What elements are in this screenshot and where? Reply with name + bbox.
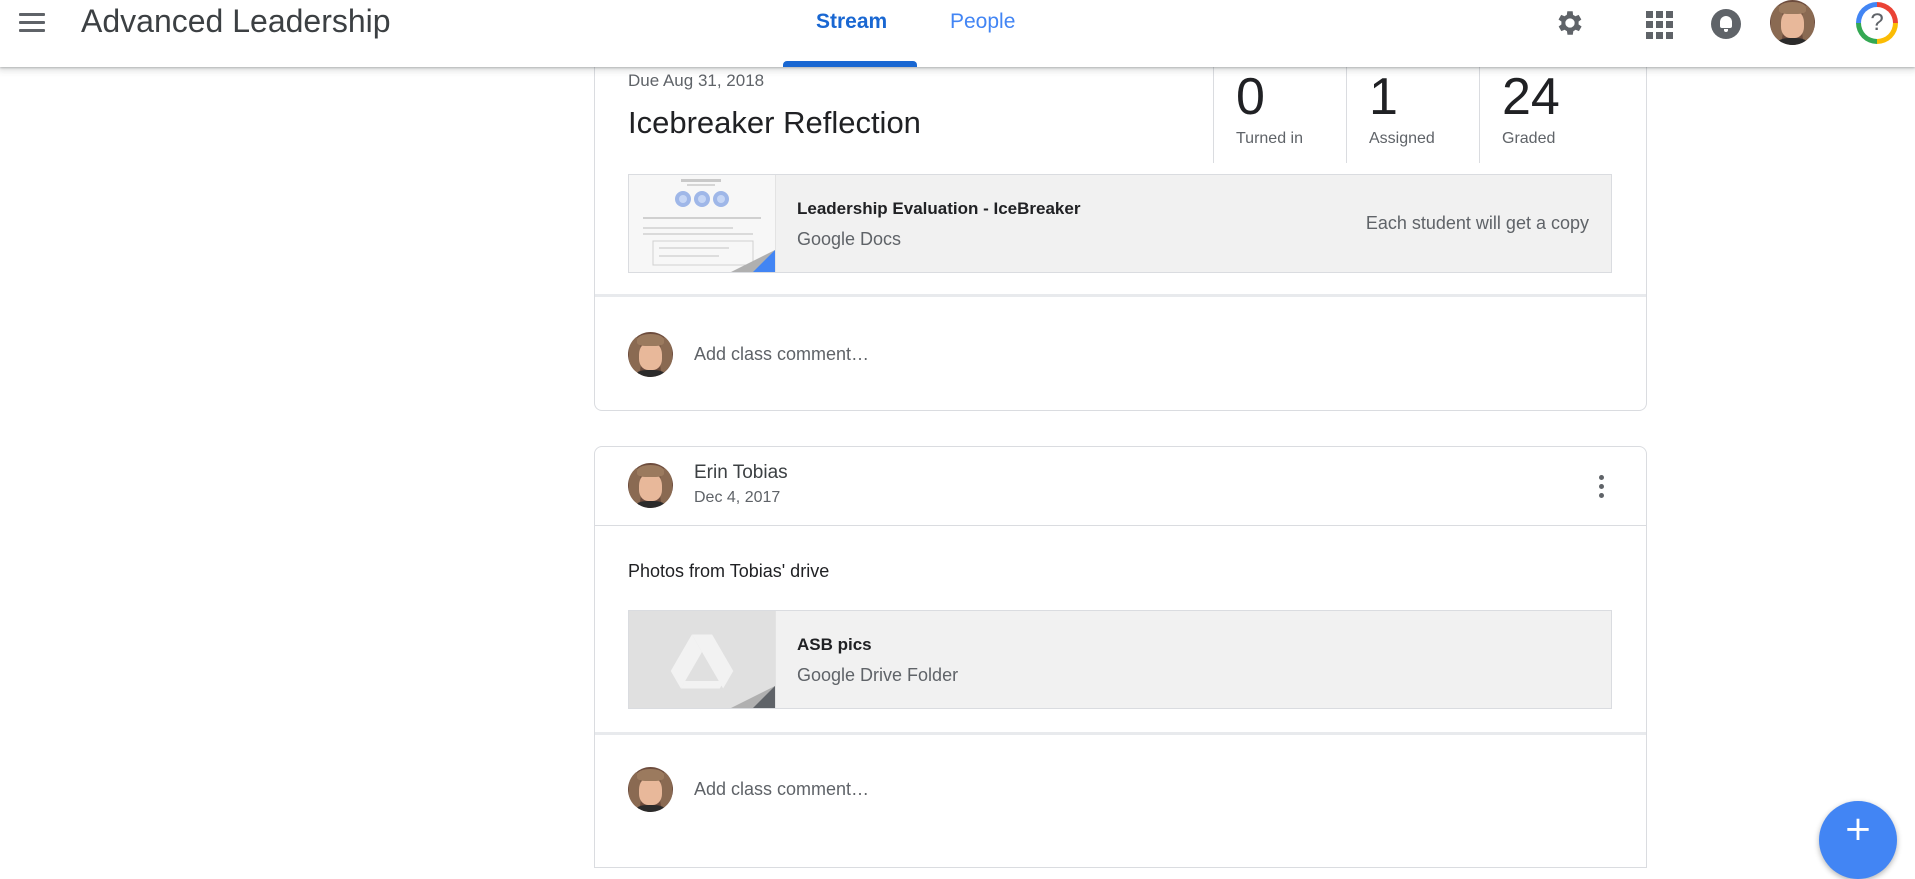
stat-label: Graded [1502,130,1556,147]
tab-stream[interactable]: Stream [816,10,887,34]
divider [595,732,1646,735]
plus-icon: + [1843,809,1873,849]
attachment-type: Google Docs [797,229,902,249]
author-name: Erin Tobias [694,462,788,483]
post-date: Dec 4, 2017 [694,489,781,506]
account-avatar[interactable] [1770,0,1815,45]
assignment-card: Due Aug 31, 2018 Icebreaker Reflection 0… [594,40,1647,411]
divider [595,294,1646,297]
help-glyph: ? [1861,7,1893,39]
attachment-title: Leadership Evaluation - IceBreaker [797,199,1081,218]
announcement-card: Erin Tobias Dec 4, 2017 Photos from Tobi… [594,446,1647,868]
attachment-title: ASB pics [797,635,872,654]
stat-label: Turned in [1236,130,1303,147]
doc-thumbnail [629,175,776,272]
stat-turned-in[interactable]: 0 Turned in [1213,67,1344,163]
stat-graded[interactable]: 24 Graded [1479,67,1610,163]
doc-attachment[interactable]: Leadership Evaluation - IceBreaker Googl… [628,174,1612,273]
stat-value: 1 [1369,68,1398,126]
folder-type-marker [753,686,775,708]
divider [595,525,1646,526]
help-icon[interactable]: ? [1856,2,1898,44]
class-title[interactable]: Advanced Leadership [81,3,391,40]
tab-people[interactable]: People [950,10,1015,34]
google-docs-icon [753,250,775,272]
apps-grid-icon[interactable] [1645,10,1675,40]
attachment-type: Google Drive Folder [797,665,959,685]
drive-thumbnail [629,611,776,708]
drive-folder-attachment[interactable]: ASB pics Google Drive Folder [628,610,1612,709]
copy-mode-note: Each student will get a copy [1365,213,1589,233]
stat-assigned[interactable]: 1 Assigned [1346,67,1477,163]
author-avatar [628,463,673,508]
avatar [628,767,673,812]
notifications-bell-icon[interactable] [1711,9,1741,39]
more-options-icon[interactable] [1598,475,1606,501]
stat-label: Assigned [1369,130,1435,147]
assignment-title[interactable]: Icebreaker Reflection [628,105,921,141]
active-tab-indicator [783,61,917,67]
comment-placeholder: Add class comment… [694,779,870,799]
avatar [628,332,673,377]
stat-value: 24 [1502,68,1560,126]
create-fab-button[interactable]: + [1819,801,1897,879]
due-date: Due Aug 31, 2018 [628,71,765,90]
menu-icon[interactable] [16,8,48,38]
gear-icon[interactable] [1554,7,1586,39]
stat-value: 0 [1236,68,1265,126]
top-app-bar: Advanced Leadership Stream People ? [0,0,1915,67]
post-text: Photos from Tobias' drive [628,561,830,581]
comment-placeholder: Add class comment… [694,344,870,364]
